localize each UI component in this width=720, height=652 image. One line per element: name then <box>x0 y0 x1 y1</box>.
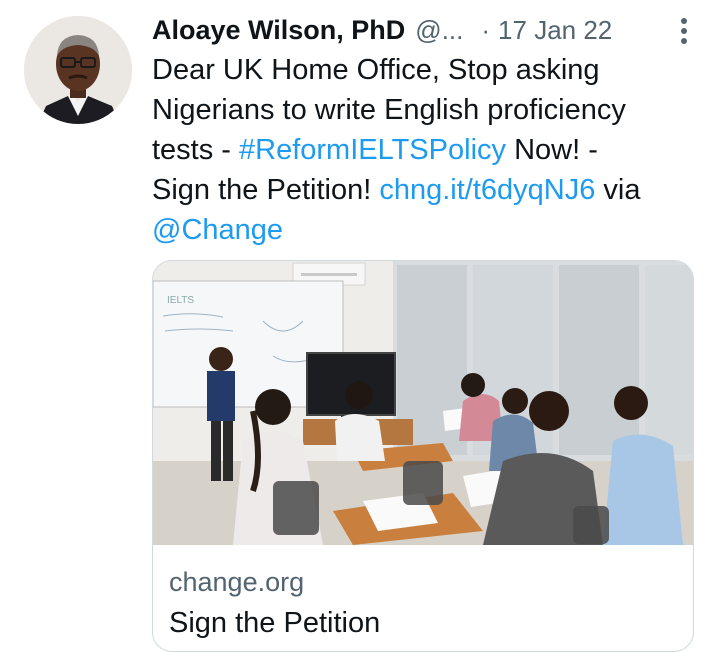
tweet-text-line-5: @Change <box>152 210 702 250</box>
tweet-text-segment: Now! - <box>506 134 598 166</box>
mention-link[interactable]: @Change <box>152 214 283 246</box>
tweet-text-line-4: Sign the Petition! chng.it/t6dyqNJ6 via <box>152 170 702 210</box>
hashtag-link[interactable]: #ReformIELTSPolicy <box>239 134 506 166</box>
tweet-text-line-1: Dear UK Home Office, Stop asking <box>152 54 600 86</box>
whiteboard-text: IELTS <box>167 295 194 306</box>
author-handle[interactable]: @... <box>415 15 463 46</box>
author-avatar[interactable] <box>24 16 132 124</box>
card-domain[interactable]: change.org <box>169 567 304 598</box>
tweet-text-line-2: Nigerians to write English proficiency <box>152 94 626 126</box>
short-url-link[interactable]: chng.it/t6dyqNJ6 <box>379 174 595 206</box>
tweet-text-segment: tests - <box>152 134 240 166</box>
separator-dot: · <box>481 14 491 45</box>
card-image[interactable]: IELTS <box>153 261 693 545</box>
tweet-text-segment: Sign the Petition! <box>152 174 380 206</box>
tweet-text-line-3: tests - #ReformIELTSPolicy Now! - <box>152 130 702 170</box>
tweet-date[interactable]: 17 Jan 22 <box>498 15 612 46</box>
tweet-text-segment: via <box>595 174 641 206</box>
avatar-photo <box>24 16 132 124</box>
more-vertical-icon[interactable] <box>679 16 689 46</box>
tweet-text: Dear UK Home Office, Stop asking Nigeria… <box>152 50 702 250</box>
link-preview-card[interactable]: IELTS change.org Sign the Petition <box>152 260 694 652</box>
tweet-header: Aloaye Wilson, PhD @... · 17 Jan 22 <box>152 10 697 50</box>
card-title[interactable]: Sign the Petition <box>169 607 380 640</box>
author-name[interactable]: Aloaye Wilson, PhD <box>152 15 405 46</box>
